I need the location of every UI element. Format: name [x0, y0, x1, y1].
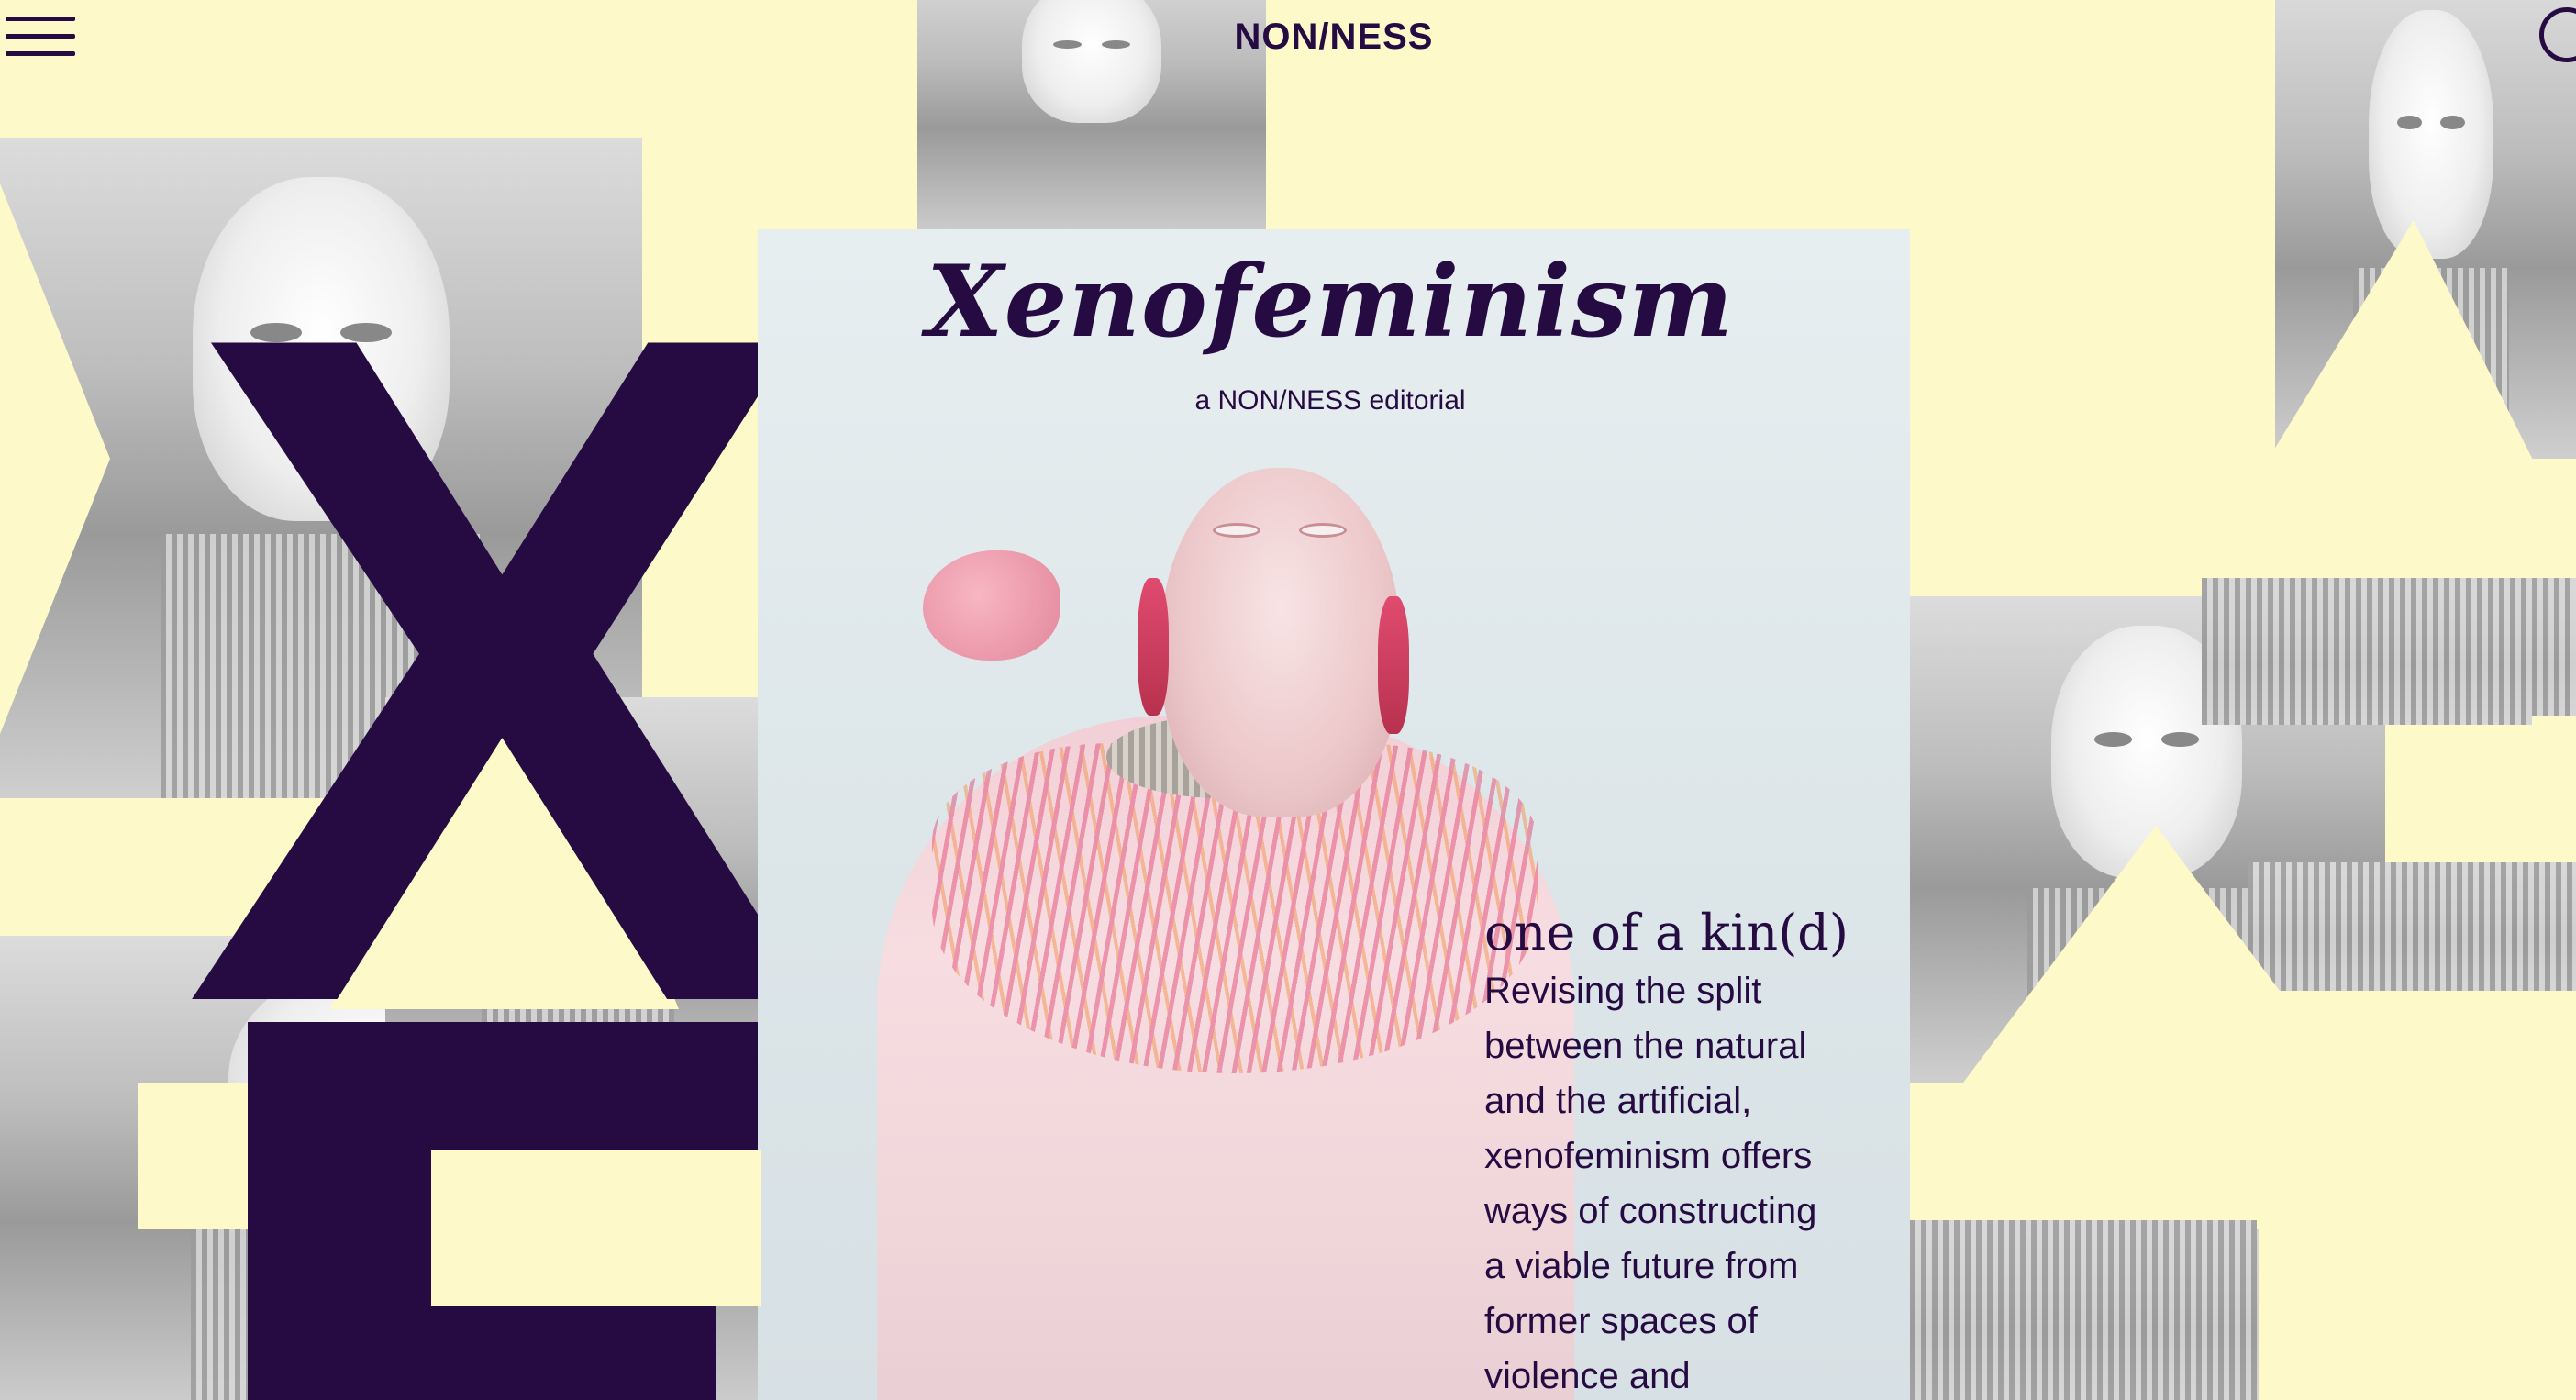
- hero-model-head: [1161, 468, 1400, 817]
- site-logo[interactable]: NON/NESS: [1150, 17, 1517, 58]
- article-line: Revising the split: [1484, 971, 1762, 1011]
- chevron-shape: [0, 0, 917, 138]
- hero-earring-right: [1378, 596, 1409, 734]
- hero-pink-bird: [923, 550, 1060, 661]
- chevron-shape: [2257, 991, 2576, 1229]
- article-line: a viable future from: [1484, 1246, 1799, 1286]
- hamburger-menu-icon[interactable]: [6, 17, 75, 57]
- article-line: ways of constructing: [1484, 1191, 1817, 1231]
- article-line: violence and: [1484, 1356, 1691, 1396]
- article-line: and the artificial,: [1484, 1081, 1752, 1121]
- article-line: former spaces of: [1484, 1301, 1758, 1341]
- letter-e-counter: [431, 1150, 761, 1306]
- hero-eye-right: [1299, 523, 1347, 538]
- giant-letter-x: X: [183, 137, 820, 1202]
- hero-earring-left: [1138, 578, 1169, 716]
- chevron-shape: [2532, 716, 2576, 862]
- collage-photo-right-strip: [2202, 578, 2576, 725]
- collage-photo-right-low: [2248, 862, 2576, 991]
- article-line: between the natural: [1484, 1026, 1807, 1066]
- article-line: xenofeminism offers: [1484, 1136, 1813, 1176]
- article-heading[interactable]: one of a kin(d): [1484, 904, 1849, 961]
- page-subtitle: a NON/NESS editorial: [1194, 385, 1466, 416]
- page-canvas: X Xenofeminism a NON/NESS editorial one …: [0, 0, 2576, 1400]
- article-body: Revising the split between the natural a…: [1484, 963, 1888, 1400]
- letter-e-middle-arm: [431, 1306, 716, 1400]
- hero-eye-left: [1213, 523, 1260, 538]
- collage-photo-bottom-right: [1910, 1220, 2259, 1400]
- page-title: Xenofeminism: [926, 244, 1735, 360]
